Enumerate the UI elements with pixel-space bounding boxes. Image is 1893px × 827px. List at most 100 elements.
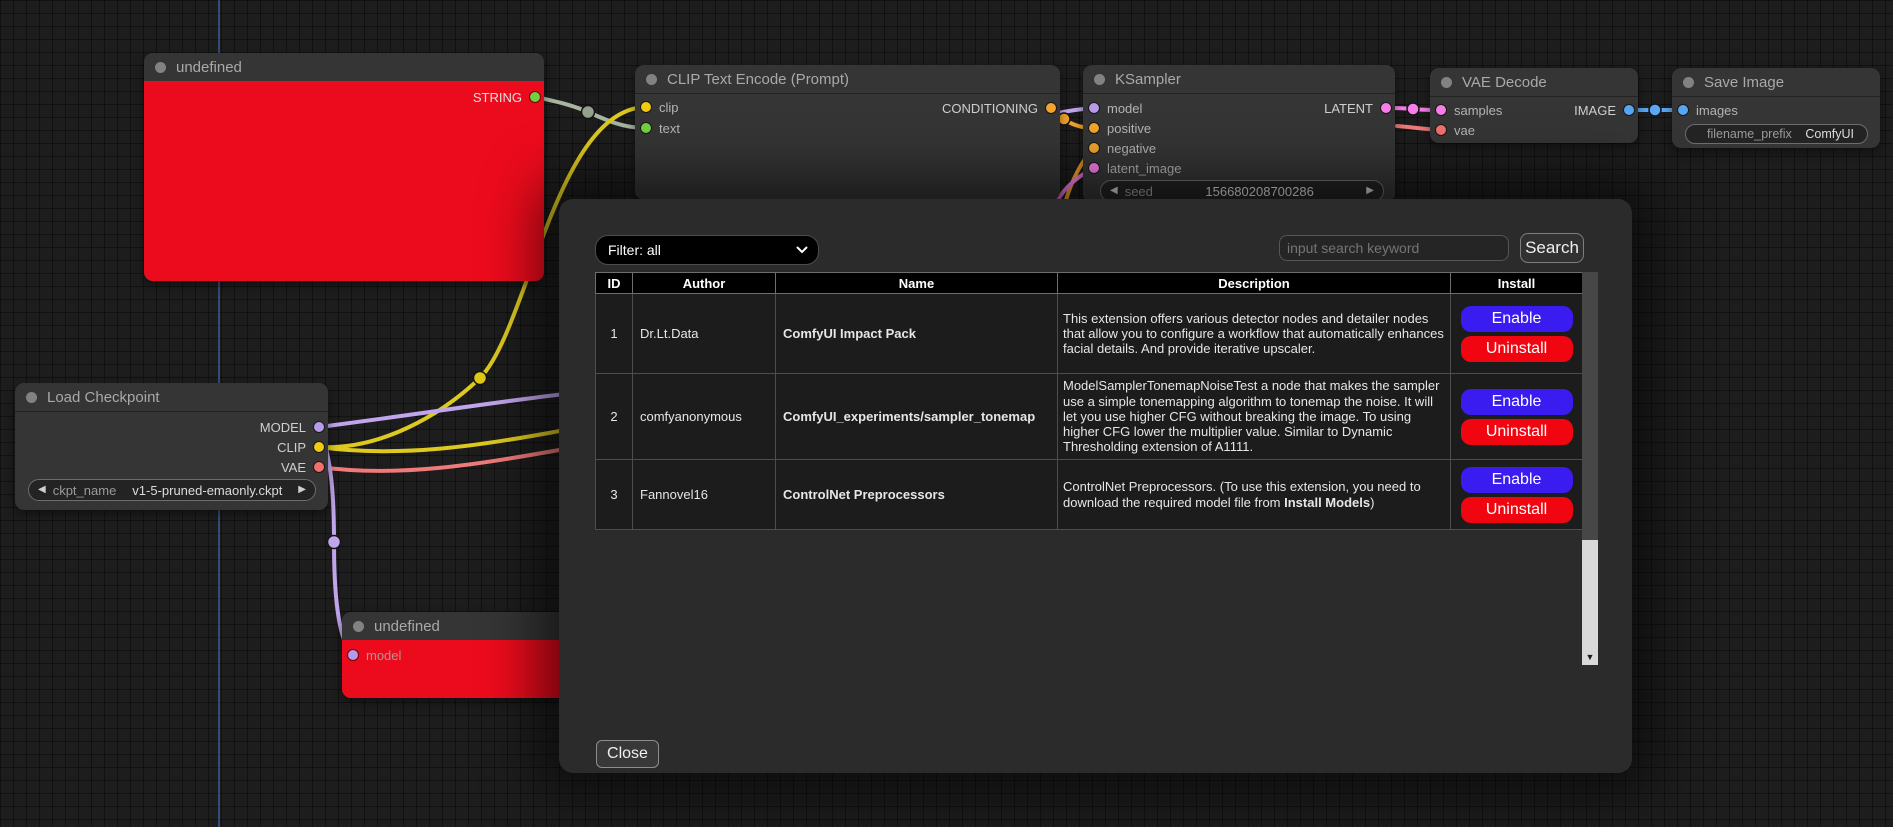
node-undefined-bottom[interactable]: undefined model: [342, 612, 567, 698]
chevron-down-icon: [796, 246, 808, 254]
vae-input-port[interactable]: [1436, 125, 1446, 135]
node-load-checkpoint[interactable]: Load Checkpoint MODEL CLIP VAE ◀ ckpt_na…: [15, 383, 328, 510]
enable-button[interactable]: Enable: [1461, 306, 1573, 332]
row-author: Dr.Lt.Data: [633, 294, 776, 374]
node-title-bar[interactable]: Load Checkpoint: [15, 383, 328, 412]
search-input[interactable]: [1279, 235, 1509, 261]
widget-label: filename_prefix: [1707, 127, 1792, 141]
collapse-dot-icon[interactable]: [353, 621, 364, 632]
extensions-table: ID Author Name Description Install 1 Dr.…: [595, 272, 1583, 530]
extension-link[interactable]: ControlNet Preprocessors: [783, 487, 945, 502]
node-title: undefined: [176, 59, 242, 76]
node-title: VAE Decode: [1462, 74, 1547, 91]
output-label: CLIP: [277, 440, 306, 455]
scroll-down-arrow-icon[interactable]: ▼: [1582, 649, 1598, 665]
wire-clip: [319, 378, 480, 447]
decrement-arrow-icon[interactable]: ◀: [1110, 186, 1118, 196]
node-title: CLIP Text Encode (Prompt): [667, 71, 849, 88]
decrement-arrow-icon[interactable]: ◀: [38, 485, 46, 495]
row-id: 1: [596, 294, 633, 374]
positive-input-port[interactable]: [1089, 123, 1099, 133]
error-node-body: [144, 81, 544, 281]
scrollbar[interactable]: ▼: [1582, 272, 1598, 665]
negative-input-port[interactable]: [1089, 143, 1099, 153]
node-title-bar[interactable]: VAE Decode: [1430, 68, 1638, 97]
collapse-dot-icon[interactable]: [1094, 74, 1105, 85]
reroute-dot-model[interactable]: [328, 536, 341, 549]
increment-arrow-icon[interactable]: ▶: [1366, 186, 1374, 196]
row-install-cell: Enable Uninstall: [1451, 374, 1583, 460]
vae-output-port[interactable]: [314, 462, 324, 472]
model-input-port[interactable]: [348, 650, 358, 660]
node-vae-decode[interactable]: VAE Decode samples vae IMAGE: [1430, 68, 1638, 143]
enable-button[interactable]: Enable: [1461, 467, 1573, 493]
model-input-port[interactable]: [1089, 103, 1099, 113]
collapse-dot-icon[interactable]: [155, 62, 166, 73]
extension-link[interactable]: ComfyUI Impact Pack: [783, 326, 916, 341]
text-input-port[interactable]: [641, 123, 651, 133]
uninstall-button[interactable]: Uninstall: [1461, 419, 1573, 445]
enable-button[interactable]: Enable: [1461, 389, 1573, 415]
node-title-bar[interactable]: CLIP Text Encode (Prompt): [635, 65, 1060, 94]
node-title-bar[interactable]: undefined: [342, 612, 567, 641]
latent-image-input-port[interactable]: [1089, 163, 1099, 173]
node-title-bar[interactable]: Save Image: [1672, 68, 1880, 97]
reroute-dot-clip[interactable]: [474, 372, 487, 385]
comfyui-canvas[interactable]: undefined STRING CLIP Text Encode (Promp…: [0, 0, 1893, 827]
latent-output-port[interactable]: [1381, 103, 1391, 113]
reroute-dot-latent[interactable]: [1407, 103, 1419, 115]
string-output-port[interactable]: [530, 92, 540, 102]
custom-nodes-manager-dialog: Filter: all Search ID Author Name Descri…: [559, 199, 1632, 773]
node-clip-text-encode[interactable]: CLIP Text Encode (Prompt) clip text COND…: [635, 65, 1060, 200]
node-title: Save Image: [1704, 74, 1784, 91]
close-button[interactable]: Close: [596, 740, 659, 768]
collapse-dot-icon[interactable]: [1683, 77, 1694, 88]
image-output-port[interactable]: [1624, 105, 1634, 115]
row-description: This extension offers various detector n…: [1058, 294, 1451, 374]
node-undefined-top[interactable]: undefined STRING: [144, 53, 544, 281]
node-save-image[interactable]: Save Image images filename_prefix ComfyU…: [1672, 68, 1880, 148]
input-label: model: [366, 648, 401, 663]
collapse-dot-icon[interactable]: [26, 392, 37, 403]
reroute-dot-image[interactable]: [1649, 104, 1661, 116]
table-row: 2 comfyanonymous ComfyUI_experiments/sam…: [596, 374, 1583, 460]
col-header-id: ID: [596, 273, 633, 294]
clip-input-port[interactable]: [641, 102, 651, 112]
input-label: model: [1107, 101, 1142, 116]
output-label: STRING: [473, 90, 522, 105]
output-label: VAE: [281, 460, 306, 475]
node-ksampler[interactable]: KSampler model positive negative latent_…: [1083, 65, 1395, 203]
collapse-dot-icon[interactable]: [1441, 77, 1452, 88]
table-row: 3 Fannovel16 ControlNet Preprocessors Co…: [596, 460, 1583, 530]
samples-input-port[interactable]: [1436, 105, 1446, 115]
row-install-cell: Enable Uninstall: [1451, 460, 1583, 530]
extension-link[interactable]: ComfyUI_experiments/sampler_tonemap: [783, 409, 1035, 424]
uninstall-button[interactable]: Uninstall: [1461, 497, 1573, 523]
input-label: text: [659, 121, 680, 136]
search-button[interactable]: Search: [1520, 233, 1584, 263]
uninstall-button[interactable]: Uninstall: [1461, 336, 1573, 362]
wire-vae: [319, 449, 565, 471]
model-output-port[interactable]: [314, 422, 324, 432]
filter-dropdown[interactable]: Filter: all: [595, 235, 819, 265]
wire-model-2: [319, 394, 565, 427]
input-label: samples: [1454, 103, 1502, 118]
ckpt-name-widget[interactable]: ◀ ckpt_name v1-5-pruned-emaonly.ckpt ▶: [28, 479, 316, 501]
increment-arrow-icon[interactable]: ▶: [298, 485, 306, 495]
node-title-bar[interactable]: undefined: [144, 53, 544, 82]
output-label: LATENT: [1324, 101, 1373, 116]
row-description: ControlNet Preprocessors. (To use this e…: [1058, 460, 1451, 530]
collapse-dot-icon[interactable]: [646, 74, 657, 85]
col-header-description: Description: [1058, 273, 1451, 294]
node-title-bar[interactable]: KSampler: [1083, 65, 1395, 94]
input-label: vae: [1454, 123, 1475, 138]
filename-prefix-widget[interactable]: filename_prefix ComfyUI: [1685, 124, 1868, 144]
clip-output-port[interactable]: [314, 442, 324, 452]
conditioning-output-port[interactable]: [1046, 103, 1056, 113]
widget-label: seed: [1125, 184, 1153, 199]
scrollbar-thumb[interactable]: [1582, 272, 1598, 540]
reroute-dot-string[interactable]: [582, 106, 595, 119]
input-label: positive: [1107, 121, 1151, 136]
row-id: 3: [596, 460, 633, 530]
images-input-port[interactable]: [1678, 105, 1688, 115]
